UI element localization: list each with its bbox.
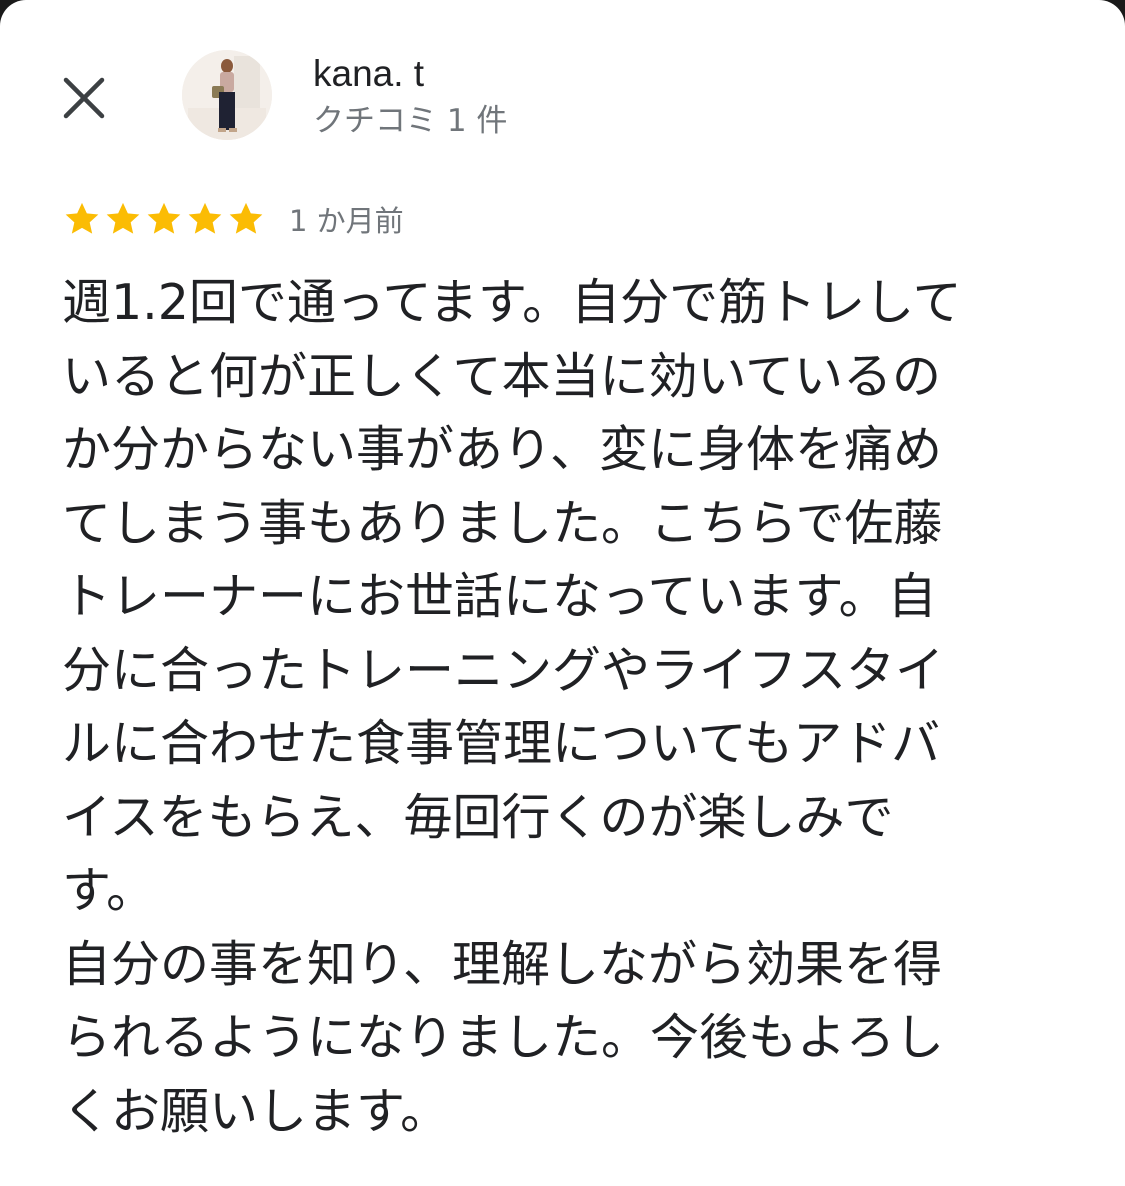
review-text-line: てしまう事もありました。こちらで佐藤: [62, 494, 943, 552]
review-text-line: す。: [62, 862, 156, 919]
review-text: 週1.2回で通ってます。自分で筋トレして いると何が正しくて本当に効いているの か分…: [62, 266, 1042, 1148]
review-text-line: いると何が正しくて本当に効いているの: [62, 347, 942, 405]
close-icon: [63, 77, 105, 119]
star-icon: [229, 202, 263, 234]
stars-container: [62, 199, 267, 239]
profile-photo: [182, 50, 272, 140]
review-text-line: 週1.2回で通ってます。自分で筋トレして: [62, 274, 962, 331]
reviewer-avatar[interactable]: [182, 50, 272, 140]
review-text-line: くお願いします。: [62, 1082, 450, 1140]
star-icon: [188, 202, 222, 234]
review-text-line: か分からない事があり、変に身体を痛め: [62, 421, 943, 478]
review-text-line: 自分の事を知り、理解しながら効果を得: [62, 935, 943, 993]
star-rating: 1 か月前: [62, 198, 404, 240]
star-icon: [65, 202, 99, 234]
review-text-line: トレーナーにお世話になっています。自: [62, 568, 937, 625]
close-button[interactable]: [58, 72, 110, 124]
reviewer-name[interactable]: kana. t: [313, 50, 424, 98]
review-text-line: られるようになりました。今後もよろし: [62, 1009, 945, 1066]
reviewer-review-count: クチコミ 1 件: [313, 103, 508, 139]
review-sheet: kana. t クチコミ 1 件 1 か月前 週1.2回で通ってます。自分で筋ト…: [0, 0, 1125, 1186]
star-icon: [106, 202, 140, 234]
star-icon: [147, 202, 181, 234]
review-text-line: ルに合わせた食事管理についてもアドバ: [62, 715, 941, 772]
review-text-line: イスをもらえ、毎回行くのが楽しみで: [62, 788, 894, 846]
review-text-line: 分に合ったトレーニングやライフスタイ: [62, 641, 945, 699]
review-date: 1 か月前: [289, 204, 404, 238]
